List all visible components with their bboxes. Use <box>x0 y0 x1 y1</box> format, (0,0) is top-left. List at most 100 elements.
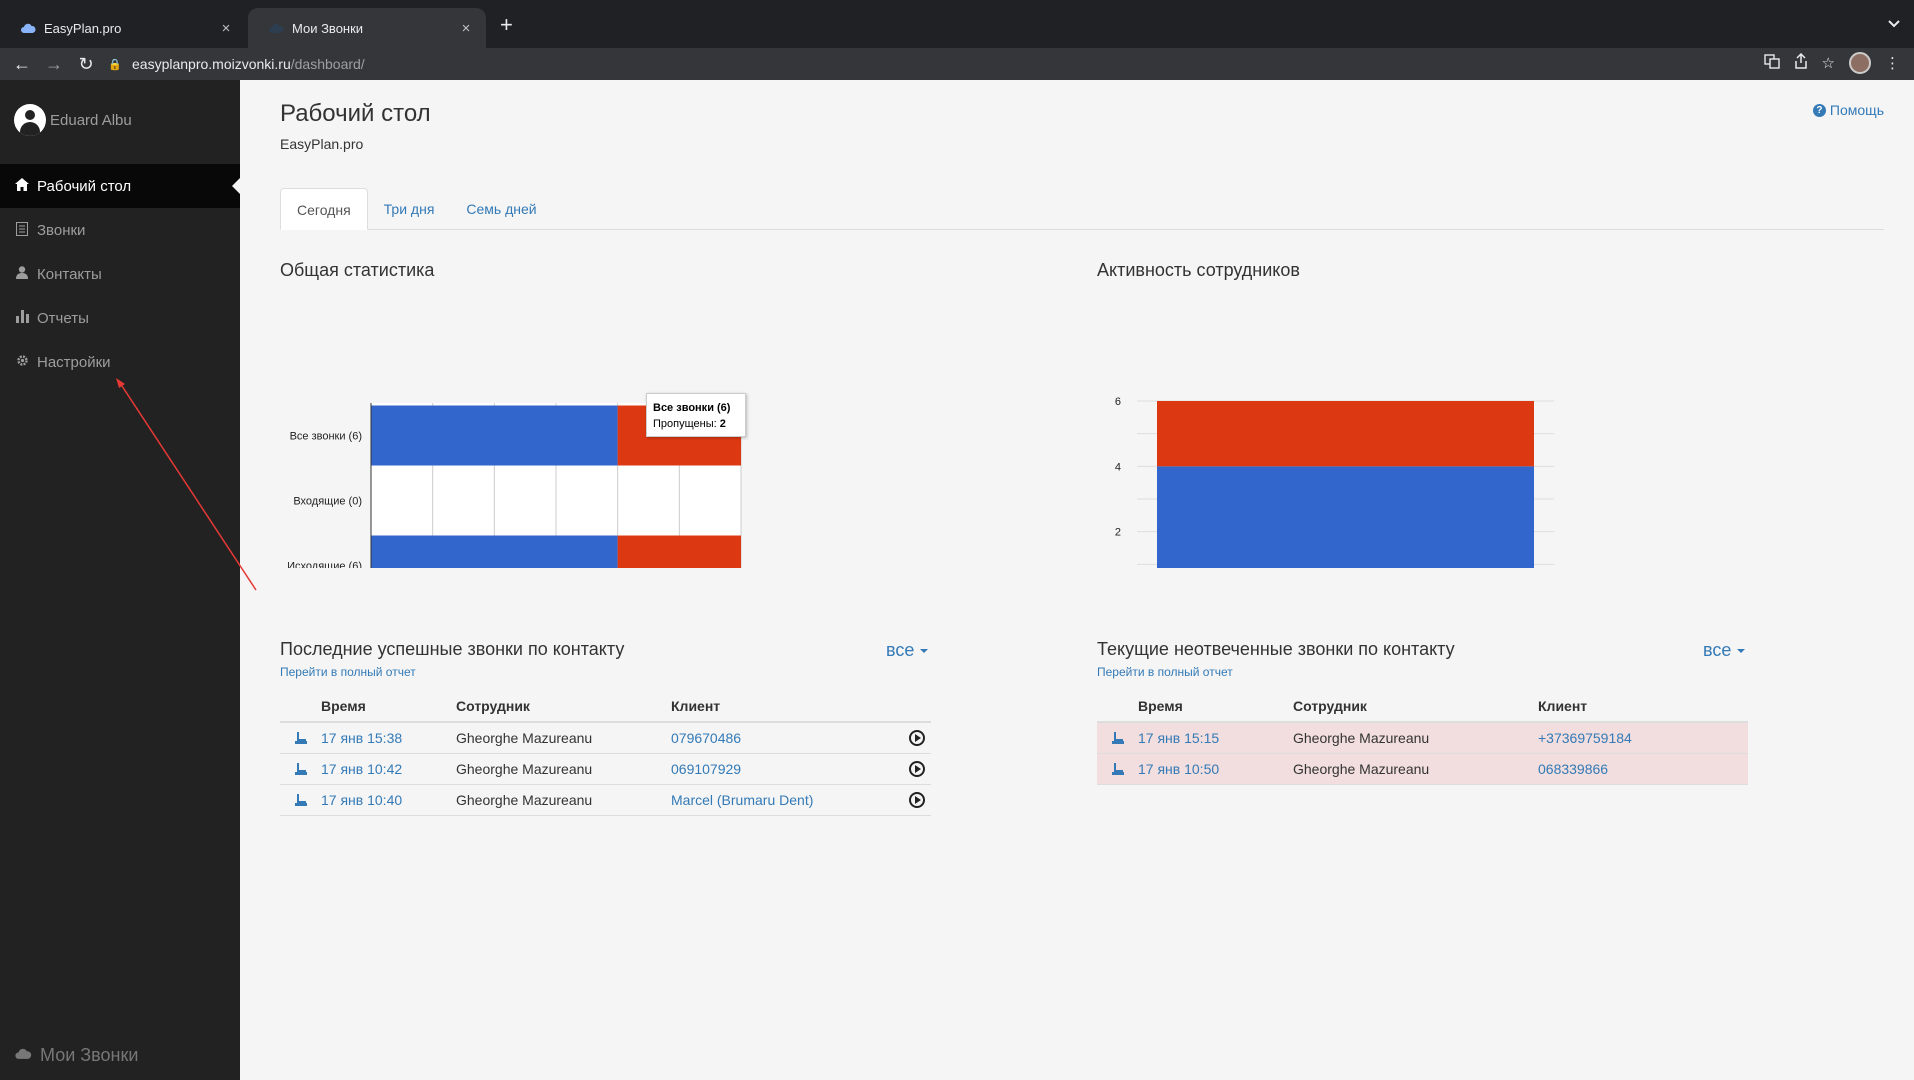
sidebar-item-label: Контакты <box>37 265 102 283</box>
call-time-link[interactable]: 17 янв 15:38 <box>321 730 456 746</box>
tab-three-days[interactable]: Три дня <box>368 188 451 230</box>
lock-icon: 🔒 <box>108 58 122 71</box>
column-header: Время <box>321 698 366 714</box>
play-recording-icon[interactable] <box>909 761 925 777</box>
dropdown-label: все <box>1703 640 1732 660</box>
sidebar: Eduard Albu Рабочий стол Звонки Контакты… <box>0 80 240 1080</box>
user-avatar-icon <box>14 104 46 136</box>
category-label: Исходящие (6) <box>287 561 362 569</box>
sidebar-item-label: Настройки <box>37 353 111 371</box>
forward-arrow-icon[interactable]: → <box>42 52 66 76</box>
address-bar[interactable]: 🔒 easyplanpro.moizvonki.ru/dashboard/ <box>108 50 1728 78</box>
user-profile[interactable]: Eduard Albu <box>14 104 132 136</box>
page-title: Рабочий стол <box>280 100 431 127</box>
successful-full-report-link[interactable]: Перейти в полный отчет <box>280 665 416 679</box>
tick-label: 6 <box>1115 396 1121 408</box>
share-icon[interactable] <box>1794 52 1808 73</box>
client-link[interactable]: +37369759184 <box>1538 730 1748 746</box>
table-row: 17 янв 10:42 Gheorghe Mazureanu 069107929 <box>280 754 931 785</box>
play-recording-icon[interactable] <box>909 792 925 808</box>
close-tab-icon[interactable]: × <box>218 20 234 37</box>
caret-down-icon <box>1737 648 1746 653</box>
tab-seven-days[interactable]: Семь дней <box>450 188 552 230</box>
browser-toolbar: ← → ↻ 🔒 easyplanpro.moizvonki.ru/dashboa… <box>0 48 1914 80</box>
sidebar-nav: Рабочий стол Звонки Контакты Отчеты Наст… <box>0 164 240 384</box>
bar-chart-icon <box>15 310 29 326</box>
missed-all-dropdown[interactable]: все <box>1703 640 1746 661</box>
table-header: Время Сотрудник Клиент <box>280 691 931 723</box>
missed-call-icon <box>1111 732 1125 744</box>
sidebar-item-dashboard[interactable]: Рабочий стол <box>0 164 240 208</box>
tab-title: Мои Звонки <box>292 20 364 36</box>
missed-full-report-link[interactable]: Перейти в полный отчет <box>1097 665 1233 679</box>
reload-icon[interactable]: ↻ <box>74 52 98 76</box>
browser-tab-active[interactable]: Мои Звонки × <box>248 8 486 48</box>
new-tab-button[interactable]: + <box>500 14 513 36</box>
brand-logo[interactable]: Мои Звонки <box>14 1045 138 1066</box>
tab-search-chevron-icon[interactable] <box>1888 16 1900 31</box>
play-recording-icon[interactable] <box>909 730 925 746</box>
employee-name: Gheorghe Mazureanu <box>1293 761 1430 777</box>
tab-today[interactable]: Сегодня <box>280 188 368 230</box>
bar <box>1157 466 1534 568</box>
close-tab-icon[interactable]: × <box>458 20 474 37</box>
brand-name: Мои Звонки <box>40 1045 139 1065</box>
table-row: 17 янв 10:50 Gheorghe Mazureanu 068339866 <box>1097 754 1748 785</box>
sidebar-item-label: Звонки <box>37 221 86 239</box>
employee-name: Gheorghe Mazureanu <box>456 730 593 746</box>
sidebar-item-label: Отчеты <box>37 309 89 327</box>
tick-label: 4 <box>1115 461 1121 473</box>
incoming-call-icon <box>294 763 308 775</box>
tick-label: 2 <box>1115 527 1121 539</box>
employee-name: Gheorghe Mazureanu <box>456 761 593 777</box>
sidebar-item-contacts[interactable]: Контакты <box>0 252 240 296</box>
browser-menu-icon[interactable]: ⋮ <box>1885 54 1900 72</box>
url-path: /dashboard/ <box>290 56 365 72</box>
missed-calls-title: Текущие неотвеченные звонки по контакту <box>1097 639 1455 659</box>
sidebar-item-calls[interactable]: Звонки <box>0 208 240 252</box>
category-label: Все звонки (6) <box>290 431 362 443</box>
client-link[interactable]: 079670486 <box>671 730 901 746</box>
employee-name: Gheorghe Mazureanu <box>1293 730 1430 746</box>
activity-title: Активность сотрудников <box>1097 260 1300 280</box>
back-arrow-icon[interactable]: ← <box>10 52 34 76</box>
bookmark-star-icon[interactable]: ☆ <box>1822 54 1835 72</box>
successful-all-dropdown[interactable]: все <box>886 640 929 661</box>
caret-down-icon <box>920 648 929 653</box>
column-header: Сотрудник <box>1293 698 1367 714</box>
profile-avatar[interactable] <box>1849 52 1871 74</box>
sidebar-item-reports[interactable]: Отчеты <box>0 296 240 340</box>
sidebar-item-settings[interactable]: Настройки <box>0 340 240 384</box>
call-time-link[interactable]: 17 янв 10:42 <box>321 761 456 777</box>
tooltip-label: Пропущены: <box>653 418 717 430</box>
call-time-link[interactable]: 17 янв 10:50 <box>1138 761 1293 777</box>
employee-activity-chart: 0246Gheorghe Mazureanu (6) <box>1115 396 1554 568</box>
bar <box>1157 401 1534 467</box>
column-header: Клиент <box>1538 698 1588 714</box>
sidebar-item-label: Рабочий стол <box>37 177 132 195</box>
table-row: 17 янв 15:15 Gheorghe Mazureanu +373697591… <box>1097 723 1748 754</box>
missed-calls-table: Время Сотрудник Клиент 17 янв 15:15 Gheor… <box>1097 691 1748 785</box>
dropdown-label: все <box>886 640 915 660</box>
general-stats-chart: Все звонки (6)Входящие (0)Исходящие (6)0… <box>287 403 742 569</box>
incoming-call-icon <box>294 794 308 806</box>
table-row: 17 янв 10:40 Gheorghe Mazureanu Marcel (Br… <box>280 785 931 816</box>
client-link[interactable]: Marcel (Brumaru Dent) <box>671 792 901 808</box>
help-link[interactable]: ? Помощь <box>1812 102 1884 118</box>
browser-tab[interactable]: EasyPlan.pro × <box>0 8 246 48</box>
user-name: Eduard Albu <box>50 111 132 129</box>
client-link[interactable]: 069107929 <box>671 761 901 777</box>
translate-icon[interactable] <box>1763 53 1780 73</box>
book-icon <box>15 221 29 239</box>
bar <box>371 535 618 568</box>
call-time-link[interactable]: 17 янв 15:15 <box>1138 730 1293 746</box>
browser-tab-bar: EasyPlan.pro × Мои Звонки × + <box>0 0 1914 48</box>
successful-calls-table: Время Сотрудник Клиент 17 янв 15:38 Gheor… <box>280 691 931 816</box>
user-icon <box>15 266 29 282</box>
call-time-link[interactable]: 17 янв 10:40 <box>321 792 456 808</box>
successful-calls-title: Последние успешные звонки по контакту <box>280 639 625 659</box>
chart-tooltip: Все звонки (6) Пропущены: 2 <box>646 393 746 437</box>
tooltip-value: 2 <box>719 418 726 430</box>
table-header: Время Сотрудник Клиент <box>1097 691 1748 723</box>
client-link[interactable]: 068339866 <box>1538 761 1748 777</box>
